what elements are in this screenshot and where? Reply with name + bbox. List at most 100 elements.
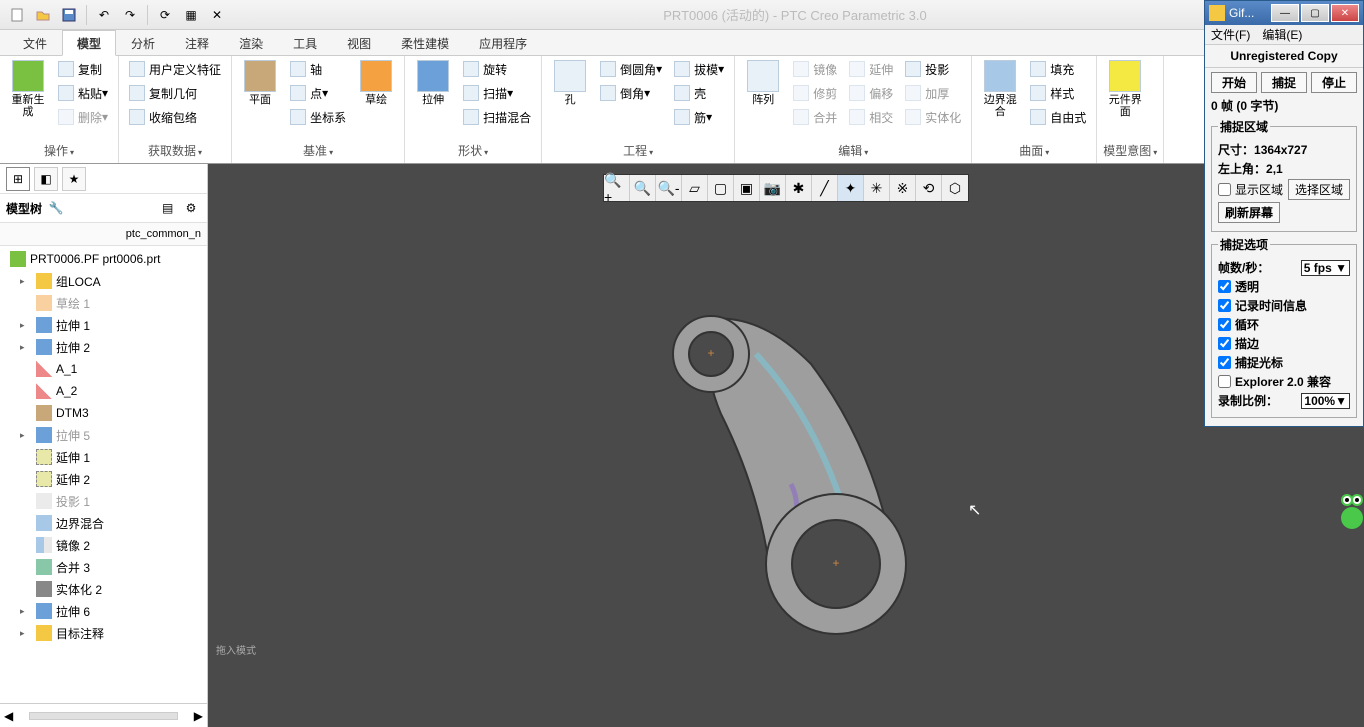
save-icon[interactable]	[57, 3, 81, 27]
tree-item[interactable]: ▸目标注释	[0, 622, 207, 644]
tab-view[interactable]: 视图	[332, 30, 386, 55]
gif-start-button[interactable]: 开始	[1211, 72, 1257, 93]
sketch-button[interactable]: 草绘	[354, 58, 398, 108]
minimize-button[interactable]: —	[1271, 4, 1299, 22]
point-button[interactable]: 点 ▾	[286, 82, 350, 104]
solidify-button[interactable]: 实体化	[901, 106, 965, 128]
scroll-right-icon[interactable]: ▶	[194, 709, 203, 723]
select-region-button[interactable]: 选择区域	[1288, 179, 1350, 200]
tab-flex[interactable]: 柔性建模	[386, 30, 464, 55]
3d-viewport[interactable]: 🔍+ 🔍 🔍- ▱ ▢ ▣ 📷 ✱ ╱ ✦ ✳ ※ ⟲ ⬡ +	[208, 164, 1364, 727]
undo-icon[interactable]: ↶	[92, 3, 116, 27]
boundary-button[interactable]: 边界混合	[978, 58, 1022, 120]
close-icon[interactable]: ✕	[205, 3, 229, 27]
revolve-button[interactable]: 旋转	[459, 58, 535, 80]
tree-tools-icon[interactable]: 🔧	[46, 198, 66, 218]
extend-button[interactable]: 延伸	[845, 58, 897, 80]
udf-button[interactable]: 用户定义特征	[125, 58, 225, 80]
copy-button[interactable]: 复制	[54, 58, 112, 80]
tree-item[interactable]: ▸组LOCA	[0, 270, 207, 292]
tab-apps[interactable]: 应用程序	[464, 30, 542, 55]
csys-button[interactable]: 坐标系	[286, 106, 350, 128]
tree-root[interactable]: PRT0006.PF prt0006.prt	[0, 248, 207, 270]
freeform-button[interactable]: 自由式	[1026, 106, 1090, 128]
open-file-icon[interactable]	[31, 3, 55, 27]
tree-item[interactable]: 延伸 1	[0, 446, 207, 468]
tab-annotate[interactable]: 注释	[170, 30, 224, 55]
gif-titlebar[interactable]: Gif... — ▢ ✕	[1205, 1, 1363, 25]
mirror-button[interactable]: 镜像	[789, 58, 841, 80]
shrinkwrap-button[interactable]: 收缩包络	[125, 106, 225, 128]
gif-capture-window[interactable]: Gif... — ▢ ✕ 文件(F) 编辑(E) Unregistered Co…	[1204, 0, 1364, 427]
scale-select[interactable]: 100%▼	[1301, 393, 1350, 409]
regenerate-icon[interactable]: ⟳	[153, 3, 177, 27]
gif-capture-button[interactable]: 捕捉	[1261, 72, 1307, 93]
tree-item[interactable]: ▸拉伸 5	[0, 424, 207, 446]
show-region-checkbox[interactable]	[1218, 183, 1231, 196]
tree-item[interactable]: A_2	[0, 380, 207, 402]
redo-icon[interactable]: ↷	[118, 3, 142, 27]
shell-button[interactable]: 壳	[670, 82, 728, 104]
tree-item[interactable]: ▸拉伸 2	[0, 336, 207, 358]
gif-menu-file[interactable]: 文件(F)	[1211, 26, 1250, 43]
tree-item[interactable]: 合并 3	[0, 556, 207, 578]
gif-stop-button[interactable]: 停止	[1311, 72, 1357, 93]
sweepblend-button[interactable]: 扫描混合	[459, 106, 535, 128]
tree-item[interactable]: ▸拉伸 1	[0, 314, 207, 336]
close-button[interactable]: ✕	[1331, 4, 1359, 22]
tab-analyze[interactable]: 分析	[116, 30, 170, 55]
windows-icon[interactable]: ▦	[179, 3, 203, 27]
tab-model[interactable]: 模型	[62, 30, 116, 56]
chamfer-button[interactable]: 倒角 ▾	[596, 82, 666, 104]
timestamp-checkbox[interactable]	[1218, 299, 1231, 312]
round-button[interactable]: 倒圆角 ▾	[596, 58, 666, 80]
tree-item[interactable]: 边界混合	[0, 512, 207, 534]
outline-checkbox[interactable]	[1218, 337, 1231, 350]
pattern-button[interactable]: 阵列	[741, 58, 785, 108]
tree-item[interactable]: A_1	[0, 358, 207, 380]
compinterface-button[interactable]: 元件界面	[1103, 58, 1147, 120]
new-file-icon[interactable]	[5, 3, 29, 27]
tree-settings-icon[interactable]: ⚙	[181, 198, 201, 218]
draft-button[interactable]: 拔模 ▾	[670, 58, 728, 80]
plane-button[interactable]: 平面	[238, 58, 282, 108]
cursor-checkbox[interactable]	[1218, 356, 1231, 369]
tab-render[interactable]: 渲染	[224, 30, 278, 55]
transparent-checkbox[interactable]	[1218, 280, 1231, 293]
tree-tab-layers[interactable]: ◧	[34, 167, 58, 191]
hole-button[interactable]: 孔	[548, 58, 592, 108]
fill-button[interactable]: 填充	[1026, 58, 1090, 80]
regenerate-button[interactable]: 重新生成	[6, 58, 50, 120]
maximize-button[interactable]: ▢	[1301, 4, 1329, 22]
tab-tools[interactable]: 工具	[278, 30, 332, 55]
thicken-button[interactable]: 加厚	[901, 82, 965, 104]
tree-item[interactable]: 延伸 2	[0, 468, 207, 490]
loop-checkbox[interactable]	[1218, 318, 1231, 331]
copygeom-button[interactable]: 复制几何	[125, 82, 225, 104]
merge-button[interactable]: 合并	[789, 106, 841, 128]
tree-item[interactable]: 投影 1	[0, 490, 207, 512]
refresh-button[interactable]: 刷新屏幕	[1218, 202, 1280, 223]
tree-tab-model[interactable]: ⊞	[6, 167, 30, 191]
rib-button[interactable]: 筋 ▾	[670, 106, 728, 128]
tree-item[interactable]: 镜像 2	[0, 534, 207, 556]
project-button[interactable]: 投影	[901, 58, 965, 80]
explorer-checkbox[interactable]	[1218, 375, 1231, 388]
tree-filter-icon[interactable]: ▤	[158, 198, 178, 218]
paste-button[interactable]: 粘贴 ▾	[54, 82, 112, 104]
sweep-button[interactable]: 扫描 ▾	[459, 82, 535, 104]
scroll-track[interactable]	[29, 712, 178, 720]
scroll-left-icon[interactable]: ◀	[4, 709, 13, 723]
tree-item[interactable]: 草绘 1	[0, 292, 207, 314]
extrude-button[interactable]: 拉伸	[411, 58, 455, 108]
tab-file[interactable]: 文件	[8, 30, 62, 55]
intersect-button[interactable]: 相交	[845, 106, 897, 128]
tree-item[interactable]: 实体化 2	[0, 578, 207, 600]
style-button[interactable]: 样式	[1026, 82, 1090, 104]
tree-tab-favorites[interactable]: ★	[62, 167, 86, 191]
fps-select[interactable]: 5 fps ▼	[1301, 260, 1350, 276]
axis-button[interactable]: 轴	[286, 58, 350, 80]
tree-item[interactable]: DTM3	[0, 402, 207, 424]
offset-button[interactable]: 偏移	[845, 82, 897, 104]
tree-item[interactable]: ▸拉伸 6	[0, 600, 207, 622]
